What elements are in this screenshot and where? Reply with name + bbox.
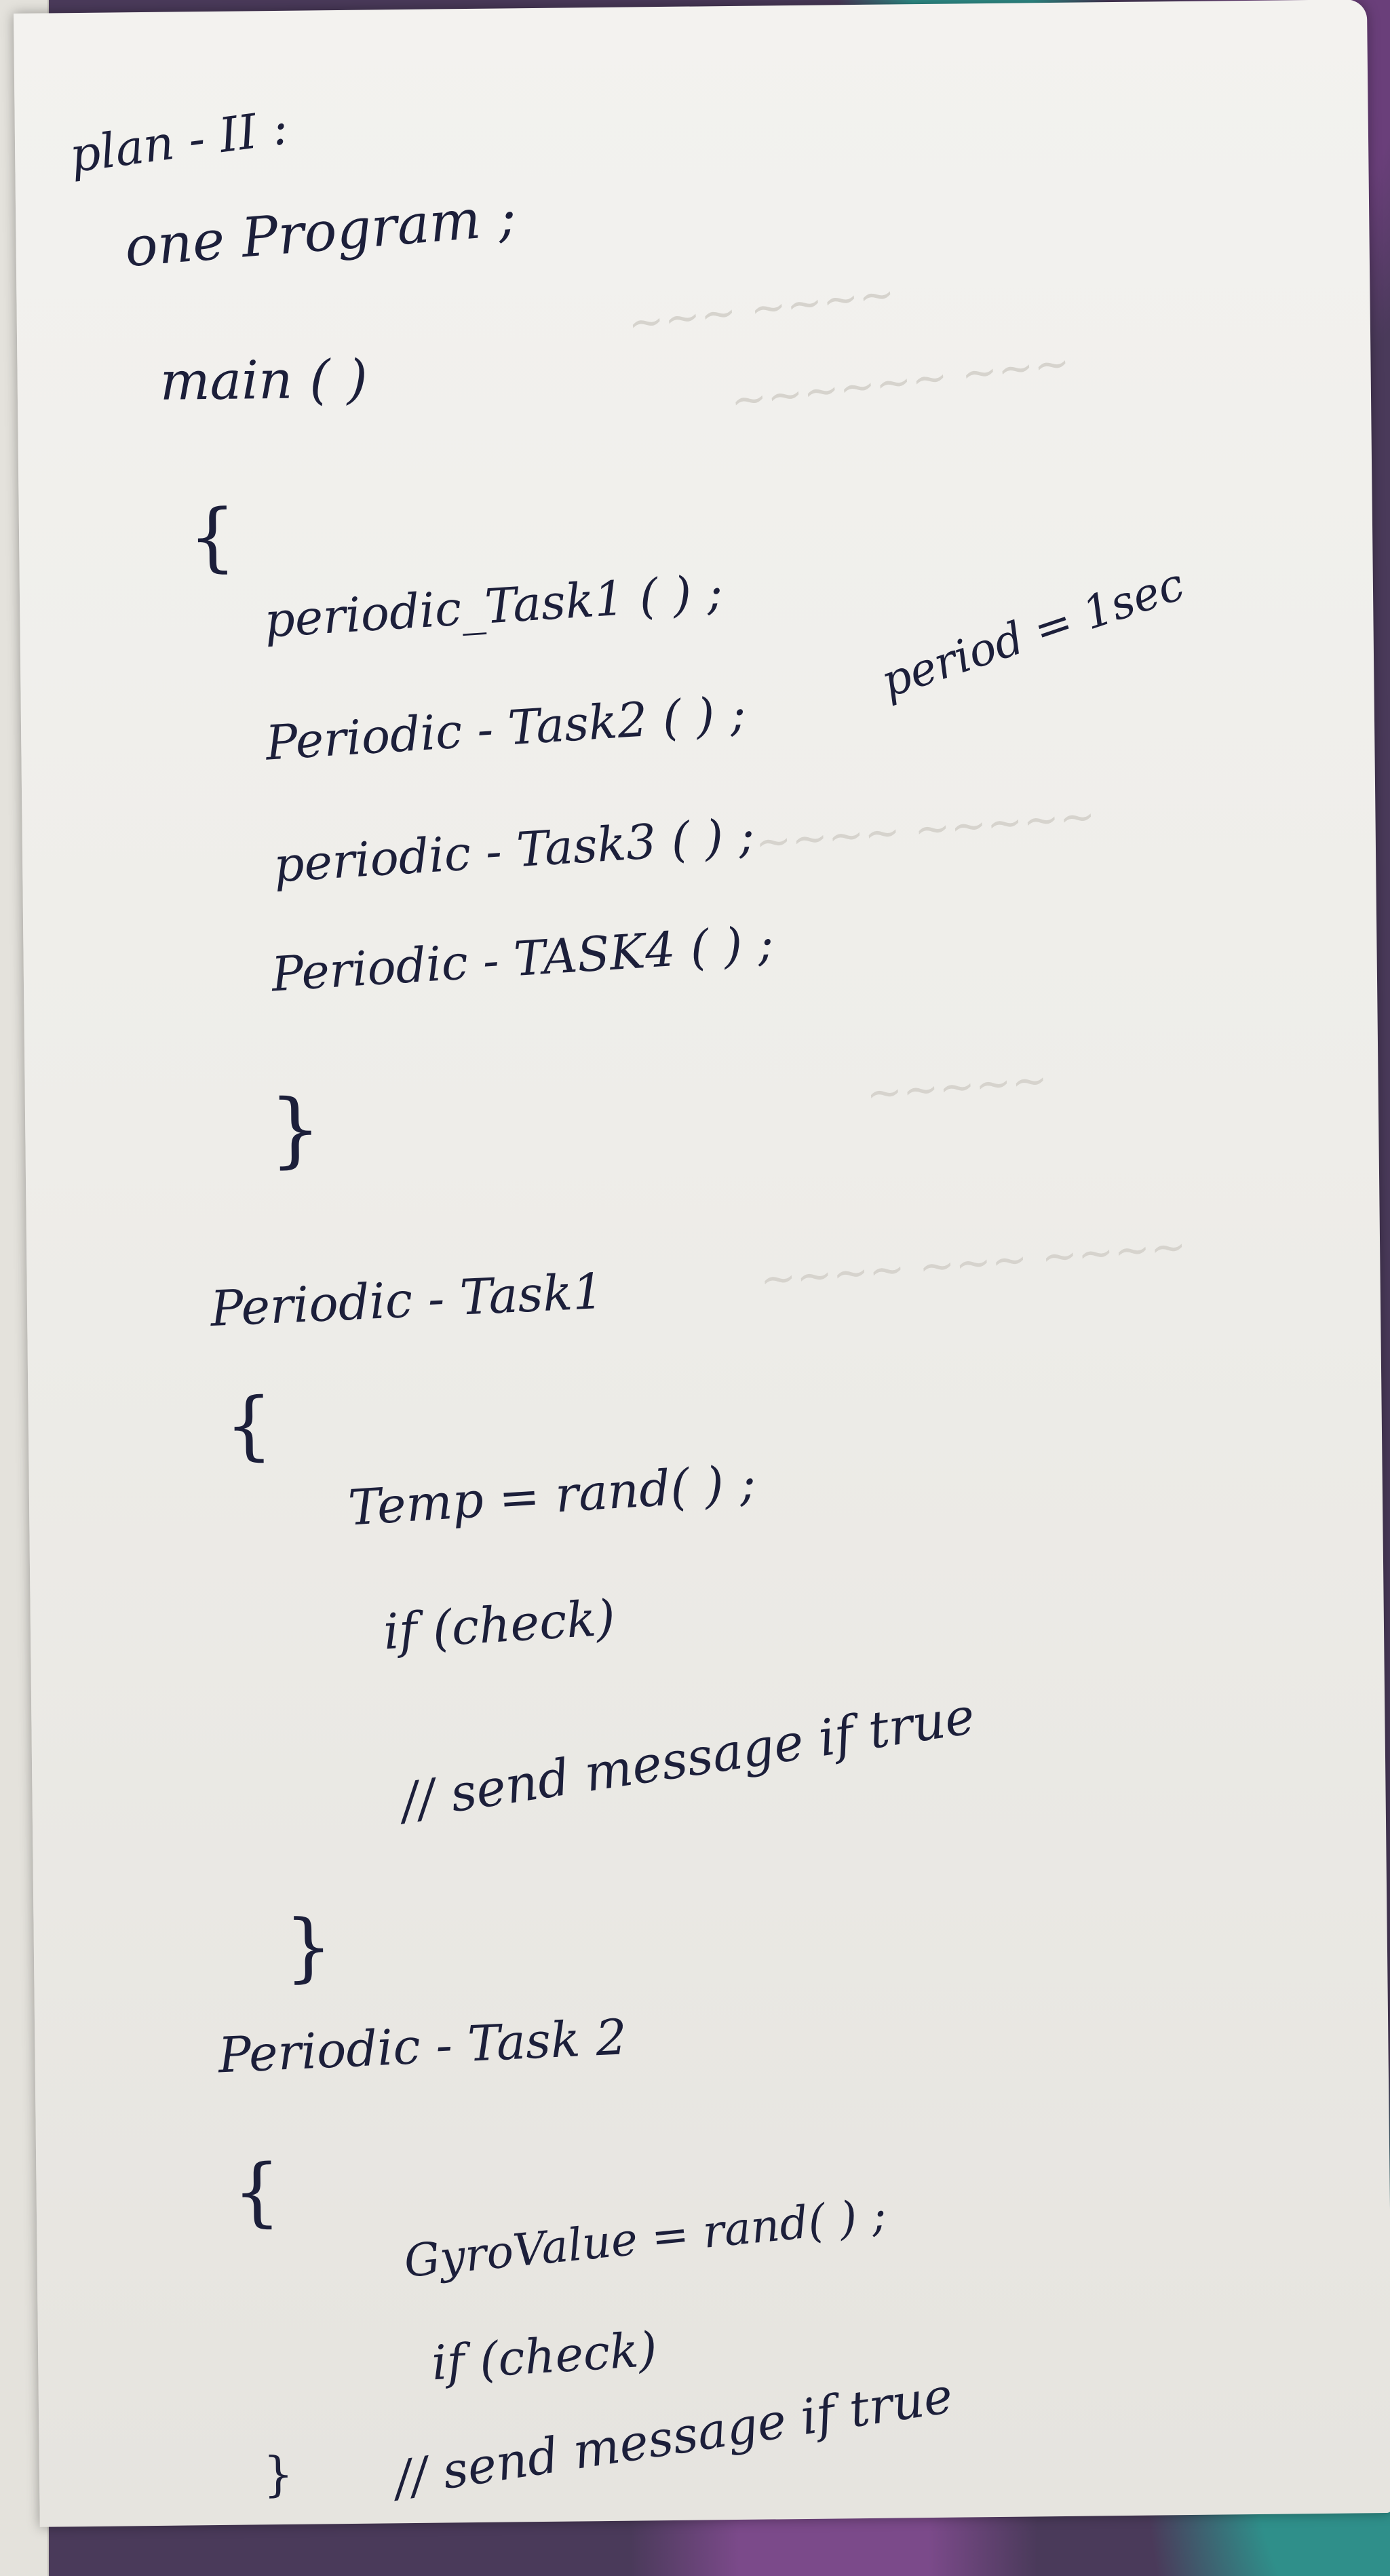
main-close-brace: } [269, 1082, 322, 1178]
task1-name: Periodic - Task1 [209, 1262, 605, 1338]
task2-line-2: if (check) [429, 2321, 659, 2391]
main-call-2: Periodic - Task2 ( ) ; [264, 685, 748, 771]
task2-name: Periodic - Task 2 [216, 2008, 628, 2084]
task1-close-brace: } [284, 1903, 333, 1991]
period-note: period = 1sec [874, 558, 1191, 708]
task1-open-brace: { [225, 1381, 273, 1469]
main-signature: main ( ) [159, 349, 368, 412]
task1-line-3: // send message if true [397, 1687, 979, 1832]
main-call-1: periodic_Task1 ( ) ; [263, 564, 725, 649]
task2-open-brace: { [232, 2148, 282, 2235]
task2-line-1: GyroValue = rand( ) ; [402, 2188, 889, 2288]
task1-line-1: Temp = rand( ) ; [346, 1454, 758, 1537]
task1-line-2: if (check) [381, 1588, 617, 1661]
main-call-4: Periodic - TASK4 ( ) ; [269, 915, 775, 1003]
notebook-page: ~~~ ~~~~ ~~~~~~ ~~~ ~~~~ ~~~~~ ~~~~~ ~~~… [14, 0, 1390, 2527]
main-call-3: periodic - Task3 ( ) ; [272, 807, 756, 893]
subheading: one Program ; [122, 185, 519, 280]
main-open-brace: { [188, 493, 237, 581]
task2-close-brace: } [263, 2446, 294, 2503]
heading: plan - II : [66, 99, 292, 184]
